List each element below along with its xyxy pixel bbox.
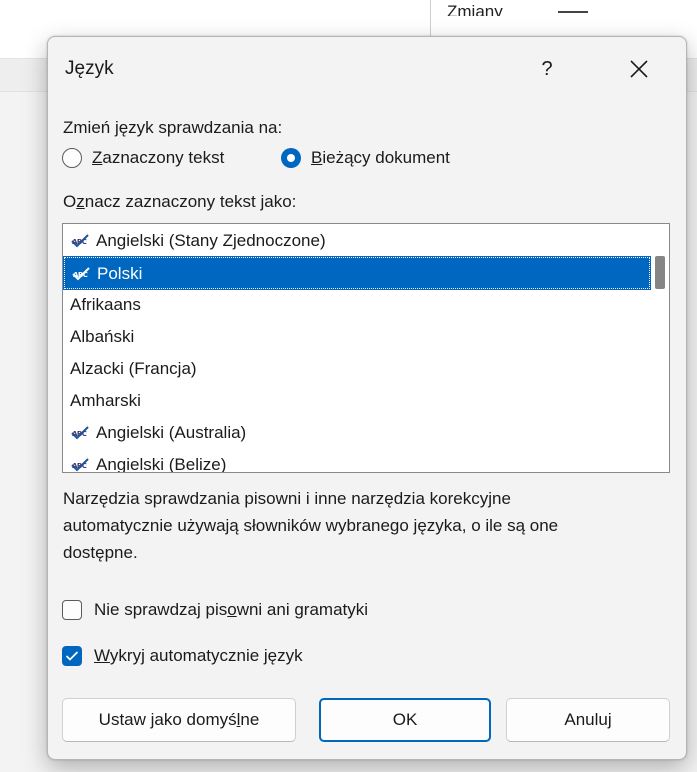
background-fragment-text: Zmiany [447, 2, 503, 16]
mark-text-label: Oznacz zaznaczony tekst jako: [63, 192, 297, 211]
scrollbar-thumb[interactable] [655, 256, 665, 289]
set-default-button[interactable]: Ustaw jako domyślne [62, 698, 296, 742]
help-button[interactable]: ? [522, 49, 572, 89]
language-list-item[interactable]: Alzacki (Francja) [64, 353, 650, 385]
list-scrollbar[interactable] [651, 225, 668, 471]
checkbox-label: Wykryj automatycznie język [94, 646, 303, 665]
language-list-item[interactable]: Afrikaans [64, 289, 650, 321]
radio-current-document[interactable]: Bieżący dokument [281, 148, 450, 168]
spelling-check-icon: ABC [71, 262, 93, 282]
radio-label: Zaznaczony tekst [92, 148, 225, 167]
change-language-label: Zmień język sprawdzania na: [63, 118, 283, 137]
language-list-item[interactable]: ABC Angielski (Belize) [64, 449, 650, 473]
dialog-titlebar[interactable]: Język ? [48, 37, 686, 99]
radio-selected-text[interactable]: Zaznaczony tekst [62, 148, 224, 168]
radio-label: Bieżący dokument [311, 148, 450, 167]
spelling-check-icon: ABC [70, 421, 92, 441]
language-list-item[interactable]: ABC Polski [63, 256, 651, 290]
close-button[interactable] [614, 49, 664, 89]
checkbox-label: Nie sprawdzaj pisowni ani gramatyki [94, 600, 369, 619]
language-list: ABC Angielski (Stany Zjednoczone) ABC Polsk… [63, 225, 651, 473]
language-list-item[interactable]: ABC Angielski (Stany Zjednoczone) [64, 225, 650, 257]
language-list-item[interactable]: ABC Angielski (Australia) [64, 417, 650, 449]
checkmark-icon [65, 651, 79, 661]
language-dialog: Język ? Zmień język sprawdzania na: Zazn… [47, 36, 687, 760]
spelling-check-icon: ABC [70, 453, 92, 472]
checkbox-unchecked[interactable] [62, 600, 82, 620]
spelling-check-icon: ABC [70, 229, 92, 249]
divider [430, 0, 431, 36]
language-name: Alzacki (Francja) [70, 359, 197, 378]
ok-button[interactable]: OK [319, 698, 491, 742]
language-name: Angielski (Stany Zjednoczone) [96, 231, 326, 250]
language-list-item[interactable]: Albański [64, 321, 650, 353]
language-name: Albański [70, 327, 135, 346]
language-name: Afrikaans [70, 295, 141, 314]
language-listbox[interactable]: ABC Angielski (Stany Zjednoczone) ABC Polsk… [62, 223, 670, 473]
language-name: Angielski (Australia) [96, 423, 247, 442]
language-name: Angielski (Belize) [96, 455, 227, 473]
radio-button-on[interactable] [281, 148, 301, 168]
description-text: Narzędzia sprawdzania pisowni i inne nar… [63, 489, 559, 562]
detect-language-checkbox[interactable]: Wykryj automatycznie język [62, 646, 303, 666]
checkbox-checked[interactable] [62, 646, 82, 666]
language-list-item[interactable]: Amharski [64, 385, 650, 417]
cancel-button[interactable]: Anuluj [506, 698, 670, 742]
dialog-title: Język [65, 58, 114, 79]
close-icon [630, 60, 648, 78]
no-proofing-checkbox[interactable]: Nie sprawdzaj pisowni ani gramatyki [62, 600, 368, 620]
language-name: Amharski [70, 391, 141, 410]
language-name: Polski [97, 264, 143, 283]
background-dash [558, 11, 588, 13]
radio-button-off[interactable] [62, 148, 82, 168]
